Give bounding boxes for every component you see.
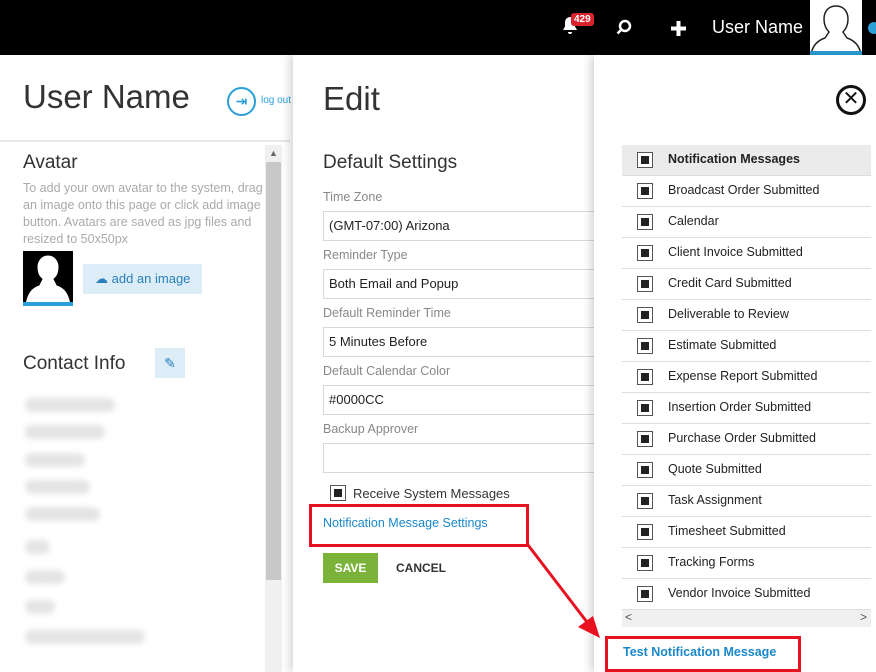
plus-icon[interactable] xyxy=(671,20,686,41)
pencil-icon[interactable]: ✎ xyxy=(155,348,185,378)
list-item: Timesheet Submitted xyxy=(622,517,871,548)
item-checkbox[interactable] xyxy=(637,400,653,416)
status-dot xyxy=(868,22,876,34)
logout-icon[interactable]: ⇥ xyxy=(227,87,256,116)
select-all-checkbox[interactable] xyxy=(637,152,653,168)
close-icon[interactable]: ✕ xyxy=(836,85,866,115)
item-label: Deliverable to Review xyxy=(668,307,789,321)
item-label: Purchase Order Submitted xyxy=(668,431,816,445)
list-item: Insertion Order Submitted xyxy=(622,393,871,424)
add-image-button[interactable]: ☁ add an image xyxy=(83,264,202,294)
item-label: Task Assignment xyxy=(668,493,762,507)
item-checkbox[interactable] xyxy=(637,276,653,292)
list-item: Broadcast Order Submitted xyxy=(622,176,871,207)
backup-approver-input[interactable] xyxy=(323,443,595,473)
list-item: Estimate Submitted xyxy=(622,331,871,362)
item-label: Estimate Submitted xyxy=(668,338,777,352)
item-checkbox[interactable] xyxy=(637,307,653,323)
highlight-box xyxy=(605,636,801,672)
calendar-color-input[interactable]: #0000CC xyxy=(323,385,595,415)
backup-approver-label: Backup Approver xyxy=(323,422,419,436)
item-label: Timesheet Submitted xyxy=(668,524,786,538)
avatar-heading: Avatar xyxy=(23,152,78,173)
reminder-type-select[interactable]: Both Email and Popup xyxy=(323,269,595,299)
list-item: Client Invoice Submitted xyxy=(622,238,871,269)
item-label: Calendar xyxy=(668,214,719,228)
blurred-contact-line xyxy=(25,425,105,439)
item-checkbox[interactable] xyxy=(637,183,653,199)
cloud-upload-icon: ☁ xyxy=(95,271,108,286)
blurred-contact-line xyxy=(25,480,90,494)
reminder-type-label: Reminder Type xyxy=(323,248,408,262)
list-item: Calendar xyxy=(622,207,871,238)
scroll-up-arrow[interactable]: ▲ xyxy=(265,145,282,162)
page-title: User Name xyxy=(23,78,190,115)
edit-title: Edit xyxy=(323,80,380,117)
search-icon[interactable] xyxy=(616,19,633,41)
avatar-image-underline xyxy=(23,302,73,306)
divider xyxy=(0,140,290,142)
item-checkbox[interactable] xyxy=(637,245,653,261)
avatar-description: To add your own avatar to the system, dr… xyxy=(23,181,263,246)
header-label: Notification Messages xyxy=(668,152,800,166)
blurred-contact-line xyxy=(25,453,85,467)
user-avatar[interactable] xyxy=(810,0,862,54)
list-item: Purchase Order Submitted xyxy=(622,424,871,455)
list-item: Task Assignment xyxy=(622,486,871,517)
blurred-contact-line xyxy=(25,540,50,554)
blurred-contact-line xyxy=(25,398,115,412)
item-checkbox[interactable] xyxy=(637,431,653,447)
notification-count-badge: 429 xyxy=(571,13,594,26)
item-label: Broadcast Order Submitted xyxy=(668,183,820,197)
item-label: Vendor Invoice Submitted xyxy=(668,586,811,600)
topbar-username[interactable]: User Name xyxy=(712,17,803,38)
item-checkbox[interactable] xyxy=(637,338,653,354)
save-button[interactable]: SAVE xyxy=(323,553,378,583)
receive-system-messages-checkbox[interactable] xyxy=(330,485,346,501)
cancel-button[interactable]: CANCEL xyxy=(396,561,446,575)
time-zone-label: Time Zone xyxy=(323,190,383,204)
horizontal-scrollbar[interactable]: < > xyxy=(622,610,871,627)
contact-info-heading: Contact Info xyxy=(23,353,126,374)
item-label: Credit Card Submitted xyxy=(668,276,792,290)
notification-list: Notification Messages Broadcast Order Su… xyxy=(622,145,871,610)
item-checkbox[interactable] xyxy=(637,369,653,385)
list-item: Tracking Forms xyxy=(622,548,871,579)
logout-link[interactable]: log out xyxy=(261,95,291,106)
scroll-right-arrow[interactable]: > xyxy=(860,610,867,624)
list-item: Vendor Invoice Submitted xyxy=(622,579,871,610)
list-item: Deliverable to Review xyxy=(622,300,871,331)
item-label: Tracking Forms xyxy=(668,555,755,569)
item-label: Quote Submitted xyxy=(668,462,762,476)
item-checkbox[interactable] xyxy=(637,462,653,478)
blurred-contact-line xyxy=(25,570,65,584)
list-item: Credit Card Submitted xyxy=(622,269,871,300)
add-image-label: add an image xyxy=(111,271,191,286)
item-checkbox[interactable] xyxy=(637,214,653,230)
item-checkbox[interactable] xyxy=(637,555,653,571)
list-item: Quote Submitted xyxy=(622,455,871,486)
notification-list-header: Notification Messages xyxy=(622,145,871,176)
scroll-left-arrow[interactable]: < xyxy=(625,610,632,624)
blurred-contact-line xyxy=(25,600,55,614)
list-item: Expense Report Submitted xyxy=(622,362,871,393)
time-zone-select[interactable]: (GMT-07:00) Arizona xyxy=(323,211,595,241)
avatar-image xyxy=(23,251,73,305)
item-checkbox[interactable] xyxy=(637,524,653,540)
item-label: Insertion Order Submitted xyxy=(668,400,812,414)
item-checkbox[interactable] xyxy=(637,586,653,602)
item-label: Expense Report Submitted xyxy=(668,369,818,383)
item-label: Client Invoice Submitted xyxy=(668,245,803,259)
receive-system-messages-label: Receive System Messages xyxy=(353,486,510,501)
reminder-time-label: Default Reminder Time xyxy=(323,306,451,320)
highlight-box xyxy=(309,504,529,547)
calendar-color-label: Default Calendar Color xyxy=(323,364,451,378)
left-scrollbar-thumb[interactable] xyxy=(266,162,281,580)
reminder-time-select[interactable]: 5 Minutes Before xyxy=(323,327,595,357)
item-checkbox[interactable] xyxy=(637,493,653,509)
blurred-contact-line xyxy=(25,507,100,521)
blurred-contact-line xyxy=(25,630,145,644)
default-settings-heading: Default Settings xyxy=(323,152,458,173)
